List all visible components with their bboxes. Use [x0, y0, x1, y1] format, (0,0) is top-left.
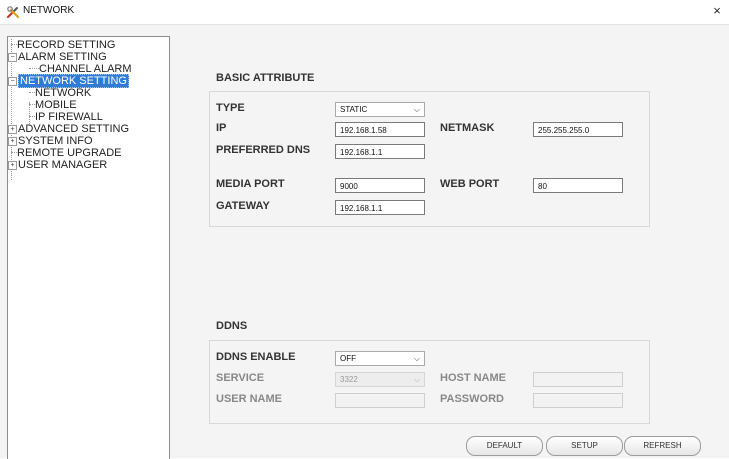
netmask-field[interactable]: 255.255.255.0	[533, 122, 623, 137]
title-bar: NETWORK ×	[0, 0, 729, 25]
default-button[interactable]: DEFAULT	[466, 436, 543, 456]
ddns-enable-select[interactable]: OFF ⌵	[335, 351, 425, 366]
tools-icon	[6, 6, 20, 19]
type-label: TYPE	[216, 102, 245, 114]
ip-field[interactable]: 192.168.1.58	[335, 122, 425, 137]
setup-button[interactable]: SETUP	[546, 436, 623, 456]
tree-item-network-setting[interactable]: − NETWORK SETTING	[8, 74, 129, 88]
type-select[interactable]: STATIC ⌵	[335, 102, 425, 117]
ip-label: IP	[216, 122, 227, 134]
service-label: SERVICE	[216, 372, 265, 384]
tree-item-remote-upgrade[interactable]: REMOTE UPGRADE	[11, 147, 122, 159]
basic-attribute-title: BASIC ATTRIBUTE	[216, 72, 315, 84]
expand-icon[interactable]: +	[8, 161, 17, 170]
basic-attribute-group	[209, 91, 650, 227]
tree-item-ip-firewall[interactable]: IP FIREWALL	[29, 111, 103, 123]
ddns-enable-value[interactable]: OFF	[340, 354, 356, 363]
chevron-down-icon[interactable]: ⌵	[414, 103, 420, 116]
tree-item-record-setting[interactable]: RECORD SETTING	[11, 39, 115, 51]
tree-item-user-manager[interactable]: + USER MANAGER	[8, 159, 107, 171]
gateway-label: GATEWAY	[216, 200, 270, 212]
refresh-button[interactable]: REFRESH	[624, 436, 701, 456]
type-select-value[interactable]: STATIC	[340, 105, 367, 114]
web-port-label: WEB PORT	[440, 178, 500, 190]
web-port-field[interactable]: 80	[533, 178, 623, 193]
collapse-icon[interactable]: −	[8, 53, 17, 62]
netmask-label: NETMASK	[440, 122, 495, 134]
ddns-enable-label: DDNS ENABLE	[216, 351, 296, 363]
preferred-dns-field[interactable]: 192.168.1.1	[335, 144, 425, 159]
host-name-field	[533, 372, 623, 387]
tree-item-alarm-setting[interactable]: − ALARM SETTING	[8, 51, 107, 63]
collapse-icon[interactable]: −	[8, 77, 17, 86]
expand-icon[interactable]: +	[8, 137, 17, 146]
gateway-field[interactable]: 192.168.1.1	[335, 200, 425, 215]
tree-item-network[interactable]: NETWORK	[29, 87, 91, 99]
tree-item-system-info[interactable]: + SYSTEM INFO	[8, 135, 93, 147]
password-field	[533, 393, 623, 408]
tree-item-advanced-setting[interactable]: + ADVANCED SETTING	[8, 123, 129, 135]
preferred-dns-label: PREFERRED DNS	[216, 144, 311, 156]
chevron-down-icon[interactable]: ⌵	[414, 352, 420, 365]
media-port-label: MEDIA PORT	[216, 178, 285, 190]
content-area: RECORD SETTING − ALARM SETTING CHANNEL AL…	[0, 25, 729, 459]
host-name-label: HOST NAME	[440, 372, 506, 384]
window-title: NETWORK	[23, 5, 75, 16]
user-name-field	[335, 393, 425, 408]
settings-tree: RECORD SETTING − ALARM SETTING CHANNEL AL…	[7, 36, 170, 459]
close-icon[interactable]: ×	[713, 3, 721, 18]
chevron-down-icon: ⌵	[413, 375, 420, 384]
media-port-field[interactable]: 9000	[335, 178, 425, 193]
service-select: 3322 ⌵	[335, 372, 425, 387]
expand-icon[interactable]: +	[8, 125, 17, 134]
ddns-title: DDNS	[216, 320, 248, 332]
password-label: PASSWORD	[440, 393, 504, 405]
user-name-label: USER NAME	[216, 393, 283, 405]
close-button[interactable]: ×	[709, 3, 725, 19]
service-select-value: 3322	[340, 375, 358, 384]
tree-item-mobile[interactable]: MOBILE	[29, 99, 77, 111]
